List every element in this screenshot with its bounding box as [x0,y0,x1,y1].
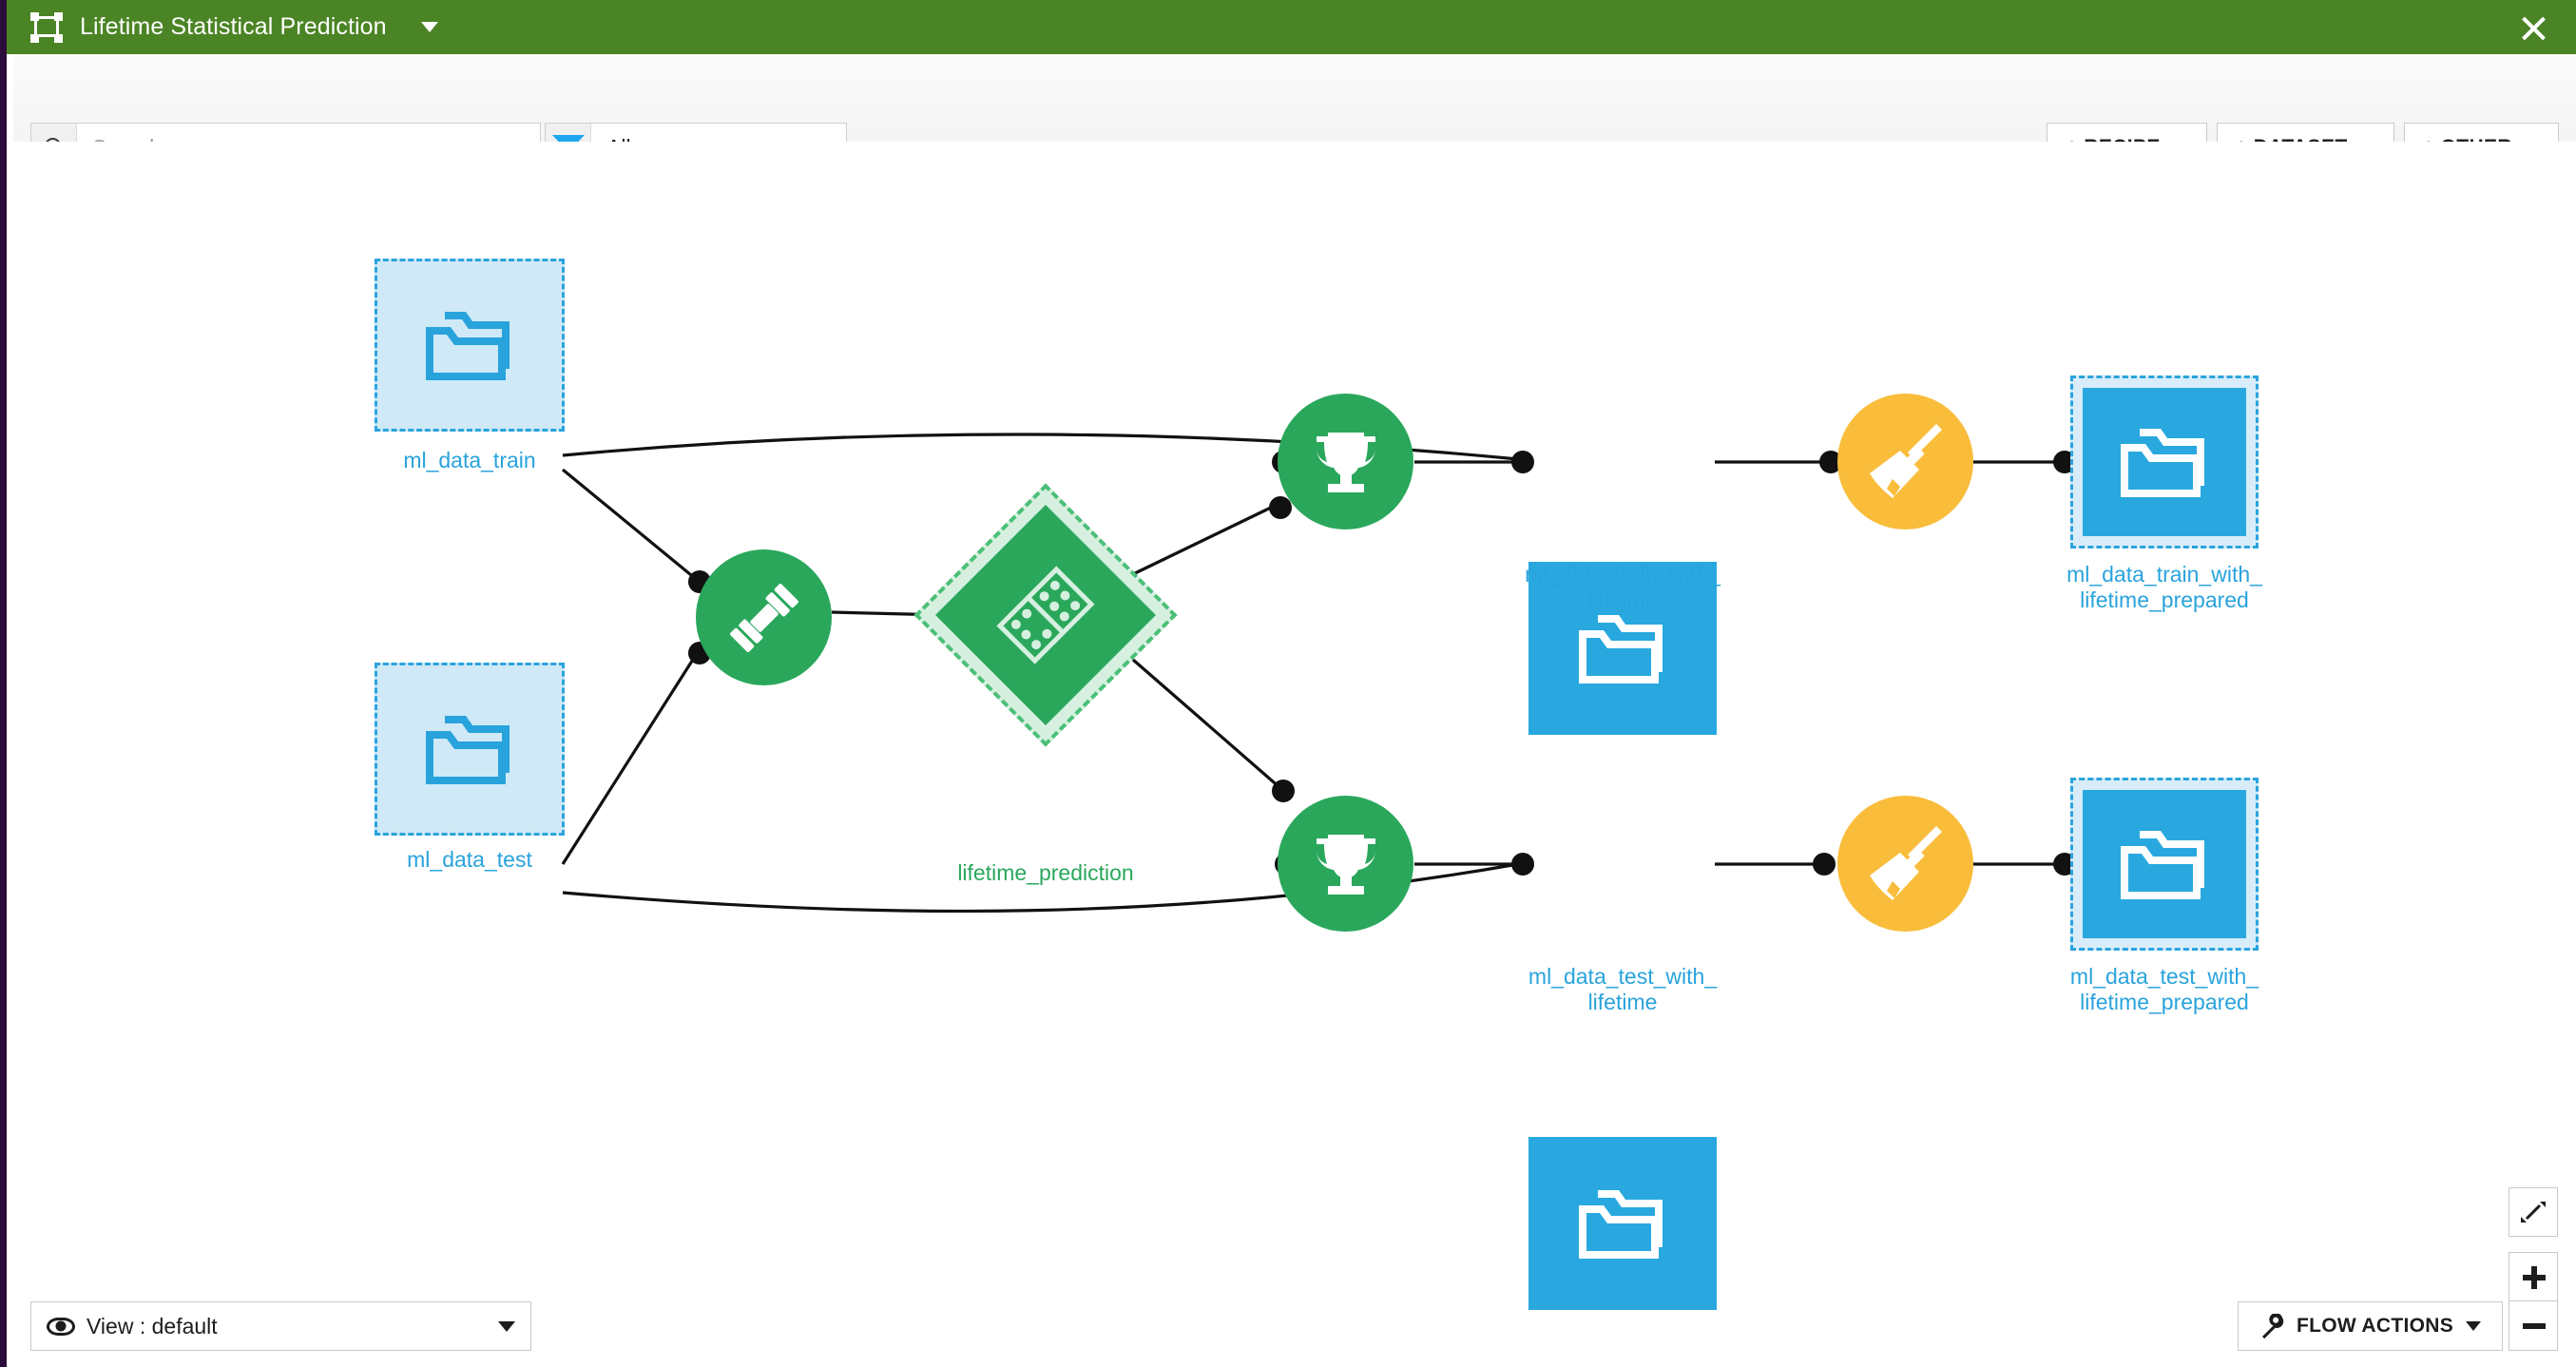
flow-node-lifetime_prediction[interactable] [913,483,1178,747]
dumbbell-icon [729,583,798,652]
flow-canvas[interactable]: ml_data_train ml_data_test lifetime_pred… [13,142,2576,1367]
flow-node-score-train-recipe[interactable] [1278,394,1413,529]
zoom-in-button[interactable] [2509,1252,2558,1301]
chevron-down-icon [498,1320,515,1332]
folder-stack-icon [426,716,509,784]
fit-to-screen-icon [2521,1202,2546,1223]
chevron-down-icon[interactable] [420,22,438,32]
folder-stack-icon [1579,615,1663,684]
folder-stack-icon [1579,1190,1663,1259]
domino-icon [996,566,1095,664]
flow-node-ml_data_test_with_lifetime[interactable] [1528,1137,1717,1310]
view-selector-label: View : default [87,1313,218,1338]
flow-window: Lifetime Statistical Prediction Search A… [0,0,2576,1367]
view-selector[interactable]: View : default [30,1301,531,1351]
folder-stack-icon [426,312,509,380]
wrench-icon [2262,1314,2284,1338]
eye-icon [47,1317,75,1336]
flow-node-ml_data_test[interactable] [375,663,565,836]
broom-icon [1869,825,1942,900]
flow-node-ml_data_train_with_lifetime_prepared[interactable] [2070,375,2259,549]
trophy-icon [1316,834,1375,895]
flow-node-ml_data_train_with_lifetime[interactable] [1528,562,1717,735]
zoom-controls [2509,1187,2558,1351]
page-title: Lifetime Statistical Prediction [80,13,387,40]
window-titlebar: Lifetime Statistical Prediction [7,0,2576,54]
folder-stack-icon [2121,831,2204,899]
zoom-out-button[interactable] [2509,1301,2558,1351]
folder-stack-icon [2121,429,2204,497]
close-icon[interactable] [2517,11,2549,44]
flow-actions-button[interactable]: FLOW ACTIONS [2238,1301,2503,1351]
flow-node-prepare-test-recipe[interactable] [1837,796,1973,932]
toolbar: Search All 4 datasets 5 recipes 1 model … [13,54,2576,204]
fit-to-screen-button[interactable] [2509,1187,2558,1237]
flow-node-train-recipe[interactable] [696,549,832,685]
flow-actions-label: FLOW ACTIONS [2297,1315,2453,1337]
trophy-icon [1316,432,1375,492]
flow-node-prepare-train-recipe[interactable] [1837,394,1973,529]
flow-node-score-test-recipe[interactable] [1278,796,1413,932]
chevron-down-icon [2466,1321,2481,1331]
flow-node-ml_data_test_with_lifetime_prepared[interactable] [2070,778,2259,951]
flow-node-ml_data_train[interactable] [375,259,565,432]
flow-frame-icon [30,11,63,44]
broom-icon [1869,423,1942,498]
